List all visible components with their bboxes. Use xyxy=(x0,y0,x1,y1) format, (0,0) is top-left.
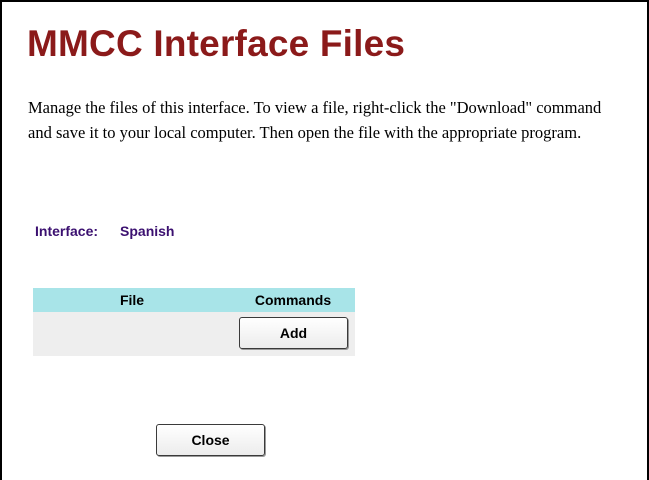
interface-label: Interface: xyxy=(35,223,99,239)
intro-text: Manage the files of this interface. To v… xyxy=(28,98,602,142)
column-header-commands: Commands xyxy=(231,288,355,312)
files-table: File Commands Add xyxy=(33,288,355,356)
page-title: MMCC Interface Files xyxy=(27,23,406,64)
commands-cell: Add xyxy=(231,312,355,356)
column-header-file: File xyxy=(33,288,231,312)
interface-value: Spanish xyxy=(120,223,175,239)
file-cell xyxy=(33,312,231,356)
dialog-frame: MMCC Interface Files Manage the files of… xyxy=(0,0,649,480)
close-button[interactable]: Close xyxy=(156,424,265,456)
interface-info: Interface: Spanish xyxy=(35,221,175,241)
add-button[interactable]: Add xyxy=(239,317,348,349)
table-row: Add xyxy=(33,312,355,356)
table-header-row: File Commands xyxy=(33,288,355,312)
